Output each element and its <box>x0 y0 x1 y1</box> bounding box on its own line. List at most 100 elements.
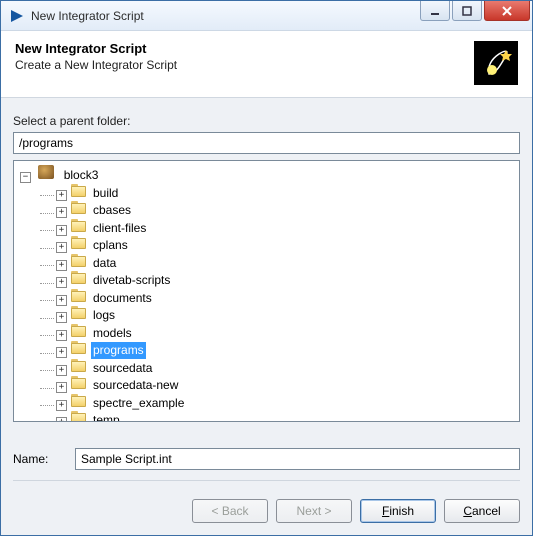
folder-icon <box>71 341 87 354</box>
name-input[interactable] <box>75 448 520 470</box>
tree-item[interactable]: + temp <box>40 411 517 422</box>
tree-item[interactable]: + cbases <box>40 201 517 219</box>
expand-icon[interactable]: + <box>56 312 67 323</box>
folder-icon <box>71 219 87 232</box>
folder-icon <box>71 236 87 249</box>
folder-icon <box>71 254 87 267</box>
tree-item[interactable]: + logs <box>40 306 517 324</box>
tree-item[interactable]: + client-files <box>40 219 517 237</box>
tree-line <box>40 313 54 319</box>
tree-line <box>40 190 54 196</box>
parent-folder-label: Select a parent folder: <box>13 114 520 128</box>
folder-icon <box>71 306 87 319</box>
tree-item-label[interactable]: temp <box>91 412 122 423</box>
tree-item[interactable]: + spectre_example <box>40 394 517 412</box>
tree-line <box>40 330 54 336</box>
expand-icon[interactable]: + <box>56 225 67 236</box>
tree-item-label[interactable]: documents <box>91 289 154 306</box>
expand-icon[interactable]: + <box>56 260 67 271</box>
tree-line <box>40 208 54 214</box>
folder-icon <box>71 184 87 197</box>
titlebar: New Integrator Script <box>1 1 532 31</box>
close-button[interactable] <box>484 1 530 21</box>
tree-item[interactable]: + cplans <box>40 236 517 254</box>
tree-line <box>40 383 54 389</box>
minimize-button[interactable] <box>420 1 450 21</box>
tree-line <box>40 260 54 266</box>
wizard-header: New Integrator Script Create a New Integ… <box>1 31 532 98</box>
cancel-button[interactable]: Cancel <box>444 499 520 523</box>
name-row: Name: <box>13 448 520 470</box>
tree-item[interactable]: + divetab-scripts <box>40 271 517 289</box>
expand-icon[interactable]: + <box>56 400 67 411</box>
project-folder-icon <box>38 165 54 179</box>
tree-item[interactable]: + programs <box>40 341 517 359</box>
tree-line <box>40 278 54 284</box>
folder-icon <box>71 271 87 284</box>
wizard-title: New Integrator Script <box>15 41 177 56</box>
tree-item-label[interactable]: models <box>91 324 134 341</box>
tree-item-label[interactable]: build <box>91 184 120 201</box>
parent-folder-input[interactable] <box>13 132 520 154</box>
expand-icon[interactable]: + <box>56 382 67 393</box>
tree-item-label[interactable]: programs <box>91 342 146 359</box>
tree-line <box>40 365 54 371</box>
tree-line <box>40 348 54 354</box>
window-controls <box>418 1 532 30</box>
folder-icon <box>71 376 87 389</box>
expand-icon[interactable]: + <box>56 330 67 341</box>
name-label: Name: <box>13 452 61 466</box>
tree-line <box>40 295 54 301</box>
wizard-subtitle: Create a New Integrator Script <box>15 58 177 72</box>
expand-icon[interactable]: + <box>56 242 67 253</box>
tree-item-label[interactable]: data <box>91 254 118 271</box>
tree-item[interactable]: + sourcedata <box>40 359 517 377</box>
tree-item[interactable]: + data <box>40 254 517 272</box>
app-icon <box>9 8 25 24</box>
expand-icon[interactable]: + <box>56 417 67 422</box>
expand-icon[interactable]: + <box>56 207 67 218</box>
tree-item-label[interactable]: divetab-scripts <box>91 272 172 289</box>
tree-item[interactable]: + sourcedata-new <box>40 376 517 394</box>
back-button[interactable]: < Back <box>192 499 268 523</box>
maximize-button[interactable] <box>452 1 482 21</box>
wizard-content: Select a parent folder: − block3 +build+… <box>1 98 532 489</box>
folder-tree[interactable]: − block3 + build + cbases + client-files + cpla… <box>13 160 520 422</box>
folder-icon <box>71 394 87 407</box>
tree-item-label[interactable]: sourcedata <box>91 359 154 376</box>
window-title: New Integrator Script <box>31 9 418 23</box>
expand-icon[interactable]: + <box>56 365 67 376</box>
expand-icon[interactable]: + <box>56 295 67 306</box>
tree-root-item[interactable]: − block3 + build + cbases + client-files + cpla… <box>20 165 517 422</box>
next-button[interactable]: Next > <box>276 499 352 523</box>
expand-icon[interactable]: + <box>56 277 67 288</box>
folder-icon <box>71 324 87 337</box>
dialog-window: New Integrator Script New Integrator Scr… <box>0 0 533 536</box>
expand-icon[interactable]: + <box>56 190 67 201</box>
tree-line <box>40 400 54 406</box>
collapse-icon[interactable]: − <box>20 172 31 183</box>
wizard-header-text: New Integrator Script Create a New Integ… <box>15 41 177 72</box>
tree-item-label[interactable]: logs <box>91 307 117 324</box>
tree-item-label[interactable]: client-files <box>91 219 148 236</box>
tree-item[interactable]: + documents <box>40 289 517 307</box>
folder-icon <box>71 201 87 214</box>
folder-icon <box>71 411 87 422</box>
tree-line <box>40 418 54 422</box>
wizard-button-bar: < Back Next > Finish Cancel <box>1 489 532 535</box>
tree-item[interactable]: + models <box>40 324 517 342</box>
separator <box>13 480 520 481</box>
folder-icon <box>71 359 87 372</box>
tree-item-label[interactable]: cbases <box>91 202 133 219</box>
tree-root-label[interactable]: block3 <box>62 167 101 184</box>
tree-item-label[interactable]: sourcedata-new <box>91 377 180 394</box>
tree-line <box>40 225 54 231</box>
tree-line <box>40 243 54 249</box>
tree-item-label[interactable]: spectre_example <box>91 394 186 411</box>
folder-icon <box>71 289 87 302</box>
tree-item-label[interactable]: cplans <box>91 237 130 254</box>
expand-icon[interactable]: + <box>56 347 67 358</box>
wizard-icon <box>474 41 518 85</box>
finish-button[interactable]: Finish <box>360 499 436 523</box>
tree-item[interactable]: + build <box>40 184 517 202</box>
